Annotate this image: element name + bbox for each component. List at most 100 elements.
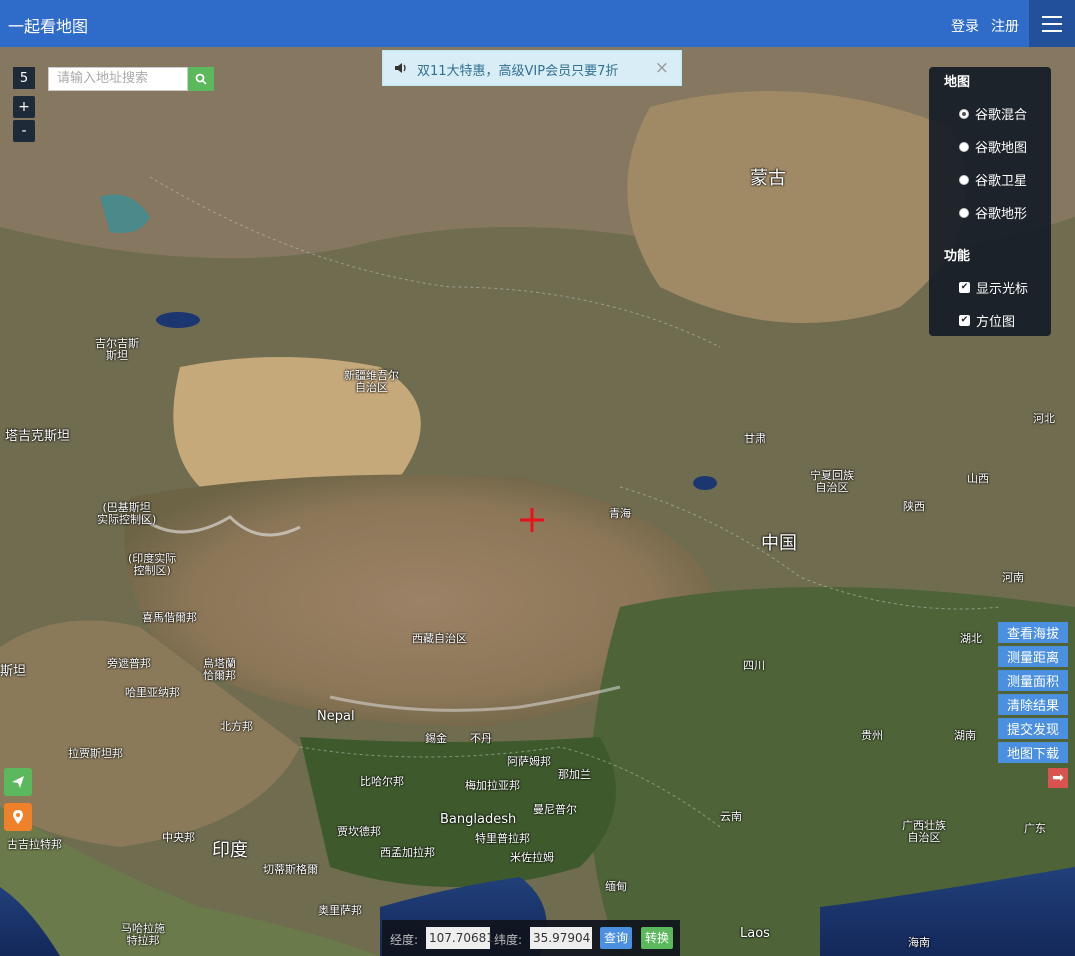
label-hebei: 河北 [1033, 412, 1055, 425]
label-hainan: 海南 [908, 936, 930, 949]
label-west-bengal: 西孟加拉邦 [380, 846, 435, 859]
search-icon [195, 73, 207, 85]
feature-label: 显示光标 [976, 282, 1029, 297]
feature-label: 方位图 [976, 315, 1016, 330]
layer-panel: 地图 谷歌混合 谷歌地图 谷歌卫星 谷歌地形 功能 ✔ 显示光标 ✔ 方位图 [929, 67, 1051, 336]
label-bhutan: 不丹 [470, 732, 492, 745]
label-manipur: 曼尼普尔 [533, 803, 577, 816]
label-mizoram: 米佐拉姆 [510, 851, 554, 864]
map-pin-icon [13, 810, 23, 824]
checkbox-checked-icon: ✔ [959, 282, 970, 293]
label-punjab: 旁遮普邦 [107, 657, 151, 670]
zoom-in-button[interactable]: + [13, 96, 35, 118]
feature-compass[interactable]: ✔ 方位图 [959, 311, 1015, 330]
label-yunnan: 云南 [720, 810, 742, 823]
map-section-title: 地图 [944, 75, 971, 90]
checkbox-checked-icon: ✔ [959, 315, 970, 326]
label-ningxia: 宁夏回族 自治区 [810, 469, 854, 494]
close-icon[interactable]: × [655, 58, 669, 78]
notice-text: 双11大特惠，高级VIP会员只要7折 [417, 64, 619, 79]
label-shaanxi: 陕西 [903, 500, 925, 513]
label-nagaland: 那加兰 [558, 768, 591, 781]
label-guangxi: 广西壮族 自治区 [902, 819, 946, 844]
radio-icon [959, 174, 969, 185]
login-link[interactable]: 登录 [951, 16, 979, 36]
label-rajasthan: 拉贾斯坦邦 [68, 747, 123, 760]
zoom-level-indicator: 5 [13, 67, 35, 89]
hamburger-menu-icon[interactable] [1029, 0, 1075, 47]
submit-discovery-button[interactable]: 提交发现 [998, 718, 1068, 739]
site-brand[interactable]: 一起看地图 [8, 13, 88, 37]
label-xinjiang: 新疆维吾尔 自治区 [344, 369, 399, 394]
label-assam: 阿萨姆邦 [507, 755, 551, 768]
latitude-label: 纬度: [494, 933, 523, 947]
layer-option-label: 谷歌地形 [975, 207, 1028, 222]
promo-notice: 双11大特惠，高级VIP会员只要7折 × [382, 50, 682, 86]
query-button[interactable]: 查询 [600, 927, 633, 949]
send-location-button[interactable] [4, 768, 32, 796]
register-link[interactable]: 注册 [991, 16, 1019, 36]
layer-option-label: 谷歌卫星 [975, 174, 1028, 189]
label-hunan: 湖南 [954, 729, 976, 742]
longitude-label: 经度: [390, 933, 419, 947]
radio-icon [959, 141, 969, 152]
label-madhya-pradesh: 中央邦 [162, 831, 195, 844]
label-haryana: 哈里亚纳邦 [125, 686, 180, 699]
radio-icon [959, 207, 969, 218]
label-pak-control: (巴基斯坦 实际控制区) [97, 501, 157, 526]
layer-option-label: 谷歌地图 [975, 141, 1028, 156]
label-guangdong: 广东 [1024, 822, 1046, 835]
layer-option-google-map[interactable]: 谷歌地图 [959, 137, 1027, 156]
measure-area-button[interactable]: 测量面积 [998, 670, 1068, 691]
view-elevation-button[interactable]: 查看海拔 [998, 622, 1068, 643]
label-sichuan: 四川 [743, 659, 765, 672]
latitude-input[interactable]: 35.97904 [530, 927, 592, 949]
layer-option-google-satellite[interactable]: 谷歌卫星 [959, 170, 1027, 189]
coordinate-bar: 经度: 107.70681 纬度: 35.97904 查询 转换 [382, 920, 680, 956]
label-himachal: 喜馬偕爾邦 [142, 611, 197, 624]
label-china: 中国 [761, 533, 797, 554]
speaker-icon [395, 63, 406, 73]
map-download-button[interactable]: 地图下载 [998, 742, 1068, 763]
label-jharkhand: 贾坎德邦 [337, 825, 381, 838]
label-laos: Laos [740, 926, 770, 941]
layer-option-google-hybrid[interactable]: 谷歌混合 [959, 104, 1027, 123]
label-mongolia: 蒙古 [750, 168, 786, 189]
top-navbar: 一起看地图 登录 注册 [0, 0, 1075, 47]
label-bihar: 比哈尔邦 [360, 775, 404, 788]
label-gansu: 甘肃 [744, 432, 766, 445]
measure-distance-button[interactable]: 测量距离 [998, 646, 1068, 667]
label-myanmar: 缅甸 [605, 880, 627, 893]
longitude-input[interactable]: 107.70681 [426, 927, 494, 949]
label-sikkim: 錫金 [425, 732, 447, 745]
label-qinghai: 青海 [609, 507, 631, 520]
label-henan: 河南 [1002, 571, 1024, 584]
arrow-right-icon[interactable]: ➡ [1048, 768, 1068, 788]
label-bangladesh: Bangladesh [440, 812, 517, 827]
paper-plane-icon [12, 776, 24, 788]
label-ind-control: (印度实际 控制区) [128, 552, 177, 577]
zoom-out-button[interactable]: - [13, 120, 35, 142]
feature-show-cursor[interactable]: ✔ 显示光标 [959, 278, 1028, 297]
label-nepal: Nepal [317, 709, 355, 724]
search-input[interactable]: 请输入地址搜索 [48, 67, 188, 91]
label-odisha: 奥里萨邦 [318, 904, 362, 917]
radio-icon [959, 108, 969, 119]
label-shanxi: 山西 [967, 472, 989, 485]
label-tajikistan: 塔吉克斯坦 [5, 429, 71, 444]
label-chhattisgarh: 切蒂斯格爾 [263, 863, 318, 876]
search-button[interactable] [188, 67, 214, 91]
locate-button[interactable] [4, 803, 32, 831]
label-india: 印度 [212, 840, 248, 861]
label-guizhou: 贵州 [861, 729, 883, 742]
label-tibet: 西藏自治区 [412, 632, 467, 645]
crosshair-icon [520, 508, 544, 532]
label-maharashtra: 马哈拉施 特拉邦 [121, 922, 165, 947]
layer-option-google-terrain[interactable]: 谷歌地形 [959, 203, 1027, 222]
label-hubei: 湖北 [960, 632, 982, 645]
clear-results-button[interactable]: 清除结果 [998, 694, 1068, 715]
label-up: 北方邦 [220, 720, 253, 733]
convert-button[interactable]: 转换 [641, 927, 674, 949]
map-canvas[interactable]: 蒙古 中国 吉尔吉斯 斯坦 新疆维吾尔 自治区 塔吉克斯坦 (巴基斯坦 实际控制… [0, 47, 1075, 956]
function-section-title: 功能 [944, 249, 971, 264]
